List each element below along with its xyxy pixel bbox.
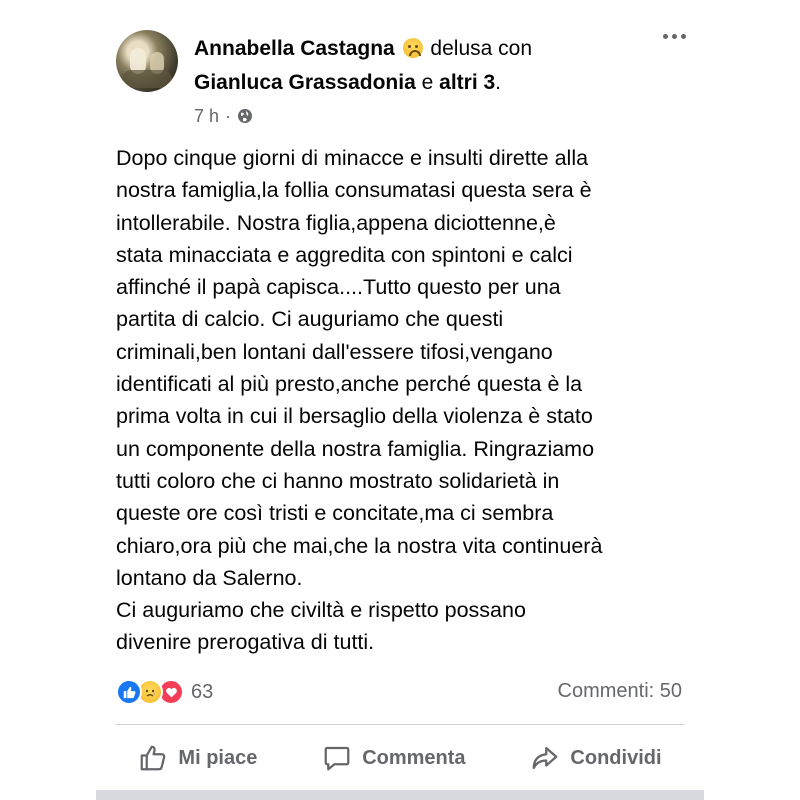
body-line: tutti coloro che ci hanno mostrato solid…	[116, 468, 560, 493]
author-avatar[interactable]	[116, 30, 178, 92]
thumbs-up-icon	[141, 745, 166, 771]
period-text: .	[495, 71, 502, 94]
body-line: un componente della nostra famiglia. Rin…	[116, 436, 595, 461]
body-line: divenire prerogativa di tutti.	[116, 630, 375, 655]
post-header-line1: Annabella Castagna delusa con	[194, 34, 532, 64]
conjunction-text: e	[421, 71, 434, 94]
sad-emoji-icon	[402, 38, 423, 58]
body-line: lontano da Salerno.	[116, 565, 303, 590]
share-button[interactable]: Condividi	[530, 743, 662, 773]
post-meta: 7 h ·	[194, 104, 253, 128]
like-button[interactable]: Mi piace	[138, 743, 257, 773]
post-body: Dopo cinque giorni di minacce e insulti …	[116, 142, 686, 659]
like-label: Mi piace	[178, 746, 258, 769]
body-line: chiaro,ora più che mai,che la nostra vit…	[116, 533, 603, 558]
body-line: affinché il papà capisca....Tutto questo…	[116, 275, 561, 300]
action-bar: Mi piace Commenta Condividi	[96, 738, 704, 778]
comment-label: Commenta	[362, 746, 466, 769]
tagged-person[interactable]: Gianluca Grassadonia	[194, 71, 416, 94]
card-bottom-border	[96, 790, 704, 800]
author-name[interactable]: Annabella Castagna	[194, 37, 395, 60]
body-line: partita di calcio. Ci auguriamo che ques…	[116, 307, 504, 332]
body-line: intollerabile. Nostra figlia,appena dici…	[116, 210, 556, 235]
share-arrow-icon	[533, 746, 558, 770]
post-time[interactable]: 7 h	[194, 104, 219, 128]
feeling-text: delusa con	[430, 37, 532, 60]
divider	[116, 724, 684, 725]
like-reaction-icon	[116, 679, 142, 705]
comments-count[interactable]: Commenti: 50	[558, 680, 683, 703]
body-line: prima volta in cui il bersaglio della vi…	[116, 404, 593, 429]
meta-separator: ·	[225, 106, 232, 126]
more-options-icon[interactable]	[663, 34, 686, 39]
body-line: criminali,ben lontani dall'essere tifosi…	[116, 339, 553, 364]
comment-bubble-icon	[324, 746, 350, 771]
post-header-line2: Gianluca Grassadonia e altri 3.	[194, 68, 501, 98]
reactions-summary[interactable]: 63	[116, 679, 213, 705]
body-line: Ci auguriamo che civiltà e rispetto poss…	[116, 598, 526, 623]
body-line: stata minacciata e aggredita con spinton…	[116, 242, 573, 267]
share-label: Condividi	[570, 746, 662, 769]
tagged-others[interactable]: altri 3	[439, 71, 495, 94]
comment-button[interactable]: Commenta	[322, 743, 466, 773]
body-line: nostra famiglia,la follia consumatasi qu…	[116, 178, 592, 203]
globe-icon	[238, 109, 253, 123]
body-line: identificati al più presto,anche perché …	[116, 372, 583, 397]
body-line: Dopo cinque giorni di minacce e insulti …	[116, 146, 589, 170]
post-card: Annabella Castagna delusa con Gianluca G…	[96, 0, 704, 800]
body-line: queste ore così tristi e concitate,ma ci…	[116, 501, 554, 526]
reaction-count: 63	[191, 680, 214, 703]
